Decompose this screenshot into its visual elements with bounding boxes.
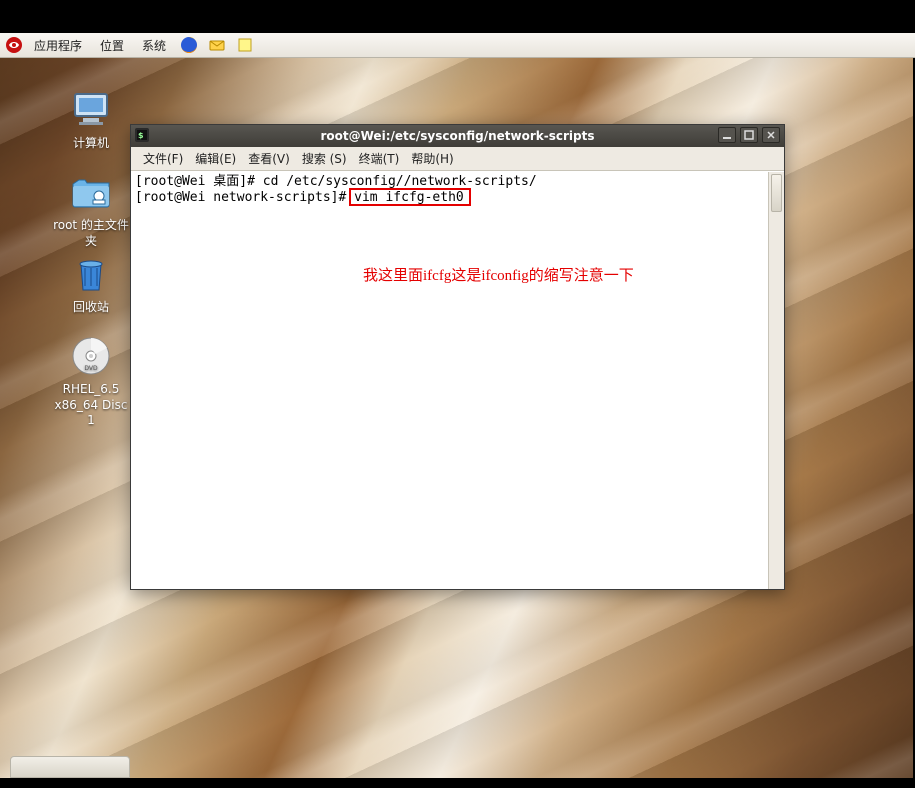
trash-icon (67, 250, 115, 298)
dvd-icon: DVD (67, 332, 115, 380)
menu-view[interactable]: 查看(V) (242, 148, 296, 169)
terminal-window: $ root@Wei:/etc/sysconfig/network-script… (130, 124, 785, 590)
terminal-body: [root@Wei 桌面]# cd /etc/sysconfig//networ… (131, 171, 784, 589)
svg-text:DVD: DVD (84, 365, 98, 372)
gnome-top-panel: 应用程序 位置 系统 (0, 33, 915, 58)
terminal-line: [root@Wei network-scripts]# (135, 190, 354, 205)
notes-icon[interactable] (234, 34, 256, 56)
menu-edit[interactable]: 编辑(E) (189, 148, 242, 169)
computer-icon (67, 86, 115, 134)
menu-search[interactable]: 搜索 (S) (296, 148, 353, 169)
menu-file[interactable]: 文件(F) (137, 148, 189, 169)
window-title: root@Wei:/etc/sysconfig/network-scripts (320, 129, 594, 143)
distro-logo-icon (4, 35, 24, 55)
annotation-text: 我这里面ifcfg这是ifconfig的缩写注意一下 (363, 264, 533, 288)
desktop-icon-label: root 的主文件夹 (50, 218, 132, 249)
desktop-icon-dvd[interactable]: DVD RHEL_6.5 x86_64 Disc 1 (50, 332, 132, 429)
menu-help[interactable]: 帮助(H) (405, 148, 459, 169)
terminal-line: [root@Wei 桌面]# cd /etc/sysconfig//networ… (135, 174, 537, 189)
firefox-icon[interactable] (178, 34, 200, 56)
desktop-area[interactable]: 计算机 root 的主文件夹 回收站 DVD RHEL_6.5 x86_64 D… (0, 58, 913, 778)
folder-home-icon (67, 168, 115, 216)
bottom-taskbar-stub[interactable] (10, 756, 130, 778)
menu-system[interactable]: 系统 (134, 35, 174, 56)
terminal-menubar: 文件(F) 编辑(E) 查看(V) 搜索 (S) 终端(T) 帮助(H) (131, 147, 784, 171)
scrollbar[interactable] (768, 172, 784, 589)
top-black-bar (0, 0, 915, 33)
window-controls (718, 127, 780, 143)
svg-text:$: $ (138, 131, 144, 140)
terminal-command-highlight: vim ifcfg-eth0 (354, 190, 471, 205)
menu-applications[interactable]: 应用程序 (26, 35, 90, 56)
desktop-icon-label: RHEL_6.5 x86_64 Disc 1 (50, 382, 132, 429)
window-maximize-button[interactable] (740, 127, 758, 143)
terminal-app-icon: $ (135, 128, 151, 144)
desktop-icon-label: 计算机 (73, 136, 109, 152)
window-close-button[interactable] (762, 127, 780, 143)
mail-icon[interactable] (206, 34, 228, 56)
window-minimize-button[interactable] (718, 127, 736, 143)
window-titlebar[interactable]: $ root@Wei:/etc/sysconfig/network-script… (131, 125, 784, 147)
menu-places[interactable]: 位置 (92, 35, 132, 56)
desktop-icon-computer[interactable]: 计算机 (50, 86, 132, 152)
desktop-icon-home[interactable]: root 的主文件夹 (50, 168, 132, 249)
terminal-text-area[interactable]: [root@Wei 桌面]# cd /etc/sysconfig//networ… (131, 172, 768, 589)
desktop-icon-label: 回收站 (73, 300, 109, 316)
desktop-icon-trash[interactable]: 回收站 (50, 250, 132, 316)
menu-terminal[interactable]: 终端(T) (353, 148, 406, 169)
